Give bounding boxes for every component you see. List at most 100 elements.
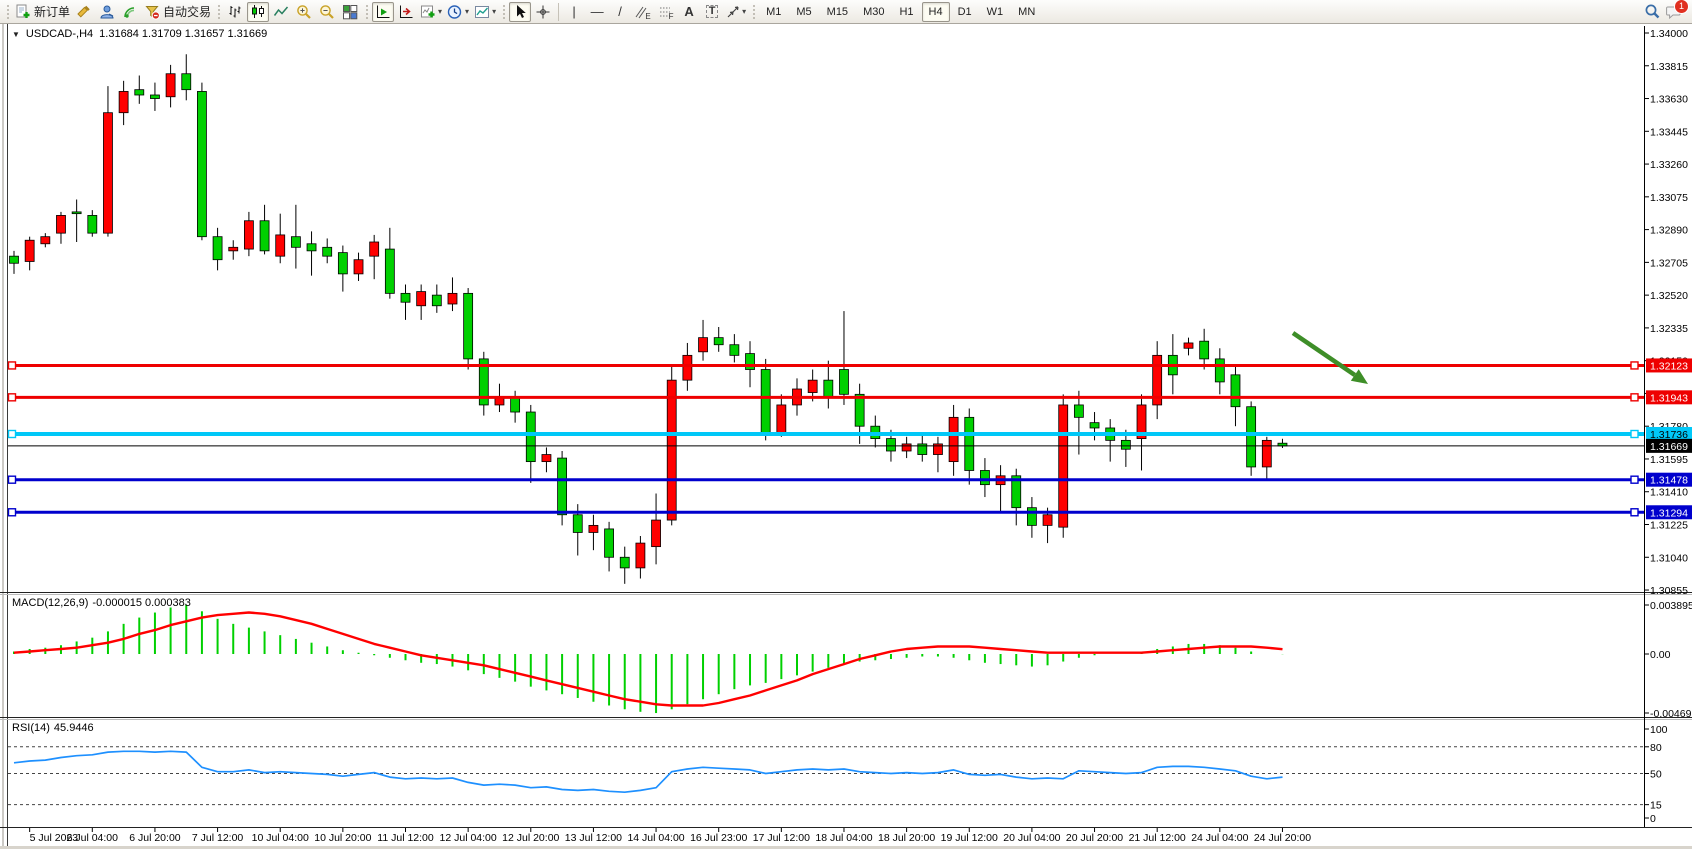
svg-text:24 Jul 20:00: 24 Jul 20:00 — [1254, 832, 1311, 844]
toolbar-drag-handle[interactable] — [5, 3, 10, 21]
svg-text:1.33260: 1.33260 — [1650, 159, 1688, 171]
dropdown-arrow-icon: ▾ — [465, 7, 469, 16]
vertical-line-icon: | — [572, 5, 575, 18]
ohlc-close: 1.31669 — [227, 28, 267, 40]
toolbar-drag-handle[interactable] — [216, 3, 221, 21]
macd-indicator-label: MACD(12,26,9) -0.000015 0.000383 — [12, 597, 191, 609]
autotrading-icon — [144, 4, 160, 20]
timeframe-m1-button[interactable]: M1 — [759, 2, 788, 22]
notifications-button[interactable]: 1 — [1663, 2, 1685, 22]
expert-advisors-button[interactable] — [96, 2, 118, 22]
auto-scroll-icon — [375, 4, 391, 20]
cursor-tool-button[interactable] — [509, 2, 531, 22]
line-chart-button[interactable] — [270, 2, 292, 22]
macd-main-value: -0.000015 — [92, 597, 142, 609]
toolbar-drag-handle[interactable] — [364, 3, 369, 21]
svg-text:10 Jul 20:00: 10 Jul 20:00 — [314, 832, 371, 844]
expert-advisor-icon — [99, 4, 115, 20]
dropdown-arrow-icon: ▾ — [742, 7, 746, 16]
zoom-in-button[interactable] — [293, 2, 315, 22]
svg-text:1.33630: 1.33630 — [1650, 94, 1688, 106]
svg-text:100: 100 — [1650, 724, 1668, 736]
svg-text:15: 15 — [1650, 800, 1662, 812]
bar-chart-icon — [227, 4, 243, 20]
equidistant-channel-tool-button[interactable]: E — [632, 2, 654, 22]
tile-windows-button[interactable] — [339, 2, 361, 22]
signals-button[interactable] — [119, 2, 141, 22]
line-chart-icon — [273, 4, 289, 20]
svg-text:1.32123: 1.32123 — [1650, 360, 1688, 372]
svg-text:17 Jul 12:00: 17 Jul 12:00 — [753, 832, 810, 844]
periods-clock-icon — [447, 4, 463, 20]
chart-canvas[interactable]: 1.340001.338151.336301.334451.332601.330… — [0, 0, 1692, 849]
svg-text:1.31294: 1.31294 — [1650, 507, 1688, 519]
svg-text:21 Jul 12:00: 21 Jul 12:00 — [1129, 832, 1186, 844]
timeframe-m15-button[interactable]: M15 — [820, 2, 855, 22]
templates-button[interactable]: ▾ — [472, 2, 498, 22]
svg-text:0.00: 0.00 — [1650, 649, 1671, 661]
svg-text:10 Jul 04:00: 10 Jul 04:00 — [252, 832, 309, 844]
svg-text:13 Jul 12:00: 13 Jul 12:00 — [565, 832, 622, 844]
timeframe-h4-button[interactable]: H4 — [922, 2, 950, 22]
bar-chart-button[interactable] — [224, 2, 246, 22]
svg-text:-0.004699: -0.004699 — [1650, 708, 1692, 720]
channel-letter: E — [645, 12, 650, 21]
text-tool-button[interactable]: A — [678, 2, 700, 22]
indicators-button[interactable]: ▾ — [418, 2, 444, 22]
text-label-tool-button[interactable]: T — [701, 2, 723, 22]
market-watch-button[interactable] — [73, 2, 95, 22]
timeframe-m30-button[interactable]: M30 — [856, 2, 891, 22]
svg-text:24 Jul 04:00: 24 Jul 04:00 — [1191, 832, 1248, 844]
zoom-out-button[interactable] — [316, 2, 338, 22]
svg-text:1.31040: 1.31040 — [1650, 552, 1688, 564]
autotrading-label: 自动交易 — [163, 3, 211, 20]
candlestick-chart-button[interactable] — [247, 2, 269, 22]
svg-text:6 Jul 04:00: 6 Jul 04:00 — [67, 832, 119, 844]
svg-text:0.003895: 0.003895 — [1650, 600, 1692, 612]
svg-text:1.31478: 1.31478 — [1650, 475, 1688, 487]
timeframe-w1-button[interactable]: W1 — [980, 2, 1011, 22]
arrows-tool-button[interactable]: ▾ — [724, 2, 748, 22]
new-order-label: 新订单 — [34, 3, 70, 20]
trendline-icon: / — [618, 5, 622, 18]
auto-scroll-button[interactable] — [372, 2, 394, 22]
svg-text:12 Jul 04:00: 12 Jul 04:00 — [440, 832, 497, 844]
timeframe-m5-button[interactable]: M5 — [789, 2, 818, 22]
svg-text:12 Jul 20:00: 12 Jul 20:00 — [502, 832, 559, 844]
periods-button[interactable]: ▾ — [445, 2, 471, 22]
fibonacci-tool-button[interactable]: F — [655, 2, 677, 22]
autotrading-button[interactable]: 自动交易 — [142, 2, 213, 22]
zoom-in-icon — [296, 4, 312, 20]
timeframe-mn-button[interactable]: MN — [1011, 2, 1042, 22]
symbol-dropdown-icon[interactable]: ▼ — [12, 30, 20, 39]
chart-shift-button[interactable] — [395, 2, 417, 22]
zoom-out-icon — [319, 4, 335, 20]
vertical-line-tool-button[interactable]: | — [563, 2, 585, 22]
horizontal-line-icon: — — [591, 5, 604, 18]
new-order-button[interactable]: 新订单 — [13, 2, 72, 22]
crosshair-icon — [535, 4, 551, 20]
candlestick-chart-icon — [250, 4, 266, 20]
crosshair-tool-button[interactable] — [532, 2, 554, 22]
horizontal-line-tool-button[interactable]: — — [586, 2, 608, 22]
new-order-icon — [15, 4, 31, 20]
svg-text:1.32520: 1.32520 — [1650, 290, 1688, 302]
toolbar-drag-handle[interactable] — [501, 3, 506, 21]
timeframe-d1-button[interactable]: D1 — [951, 2, 979, 22]
svg-text:1.33815: 1.33815 — [1650, 61, 1688, 73]
ohlc-high: 1.31709 — [142, 28, 182, 40]
trendline-tool-button[interactable]: / — [609, 2, 631, 22]
svg-text:19 Jul 12:00: 19 Jul 12:00 — [941, 832, 998, 844]
text-tool-icon: A — [684, 5, 693, 18]
search-icon — [1644, 3, 1661, 20]
svg-text:1.31225: 1.31225 — [1650, 519, 1688, 531]
toolbar-drag-handle[interactable] — [751, 3, 756, 21]
timeframe-h1-button[interactable]: H1 — [892, 2, 920, 22]
search-button[interactable] — [1641, 2, 1663, 22]
rsi-value: 45.9446 — [54, 722, 94, 734]
svg-text:1.30855: 1.30855 — [1650, 585, 1688, 597]
svg-text:0: 0 — [1650, 813, 1656, 825]
cursor-icon — [512, 4, 528, 20]
main-toolbar: 新订单 自动交易 — [0, 0, 1692, 24]
svg-text:20 Jul 04:00: 20 Jul 04:00 — [1003, 832, 1060, 844]
